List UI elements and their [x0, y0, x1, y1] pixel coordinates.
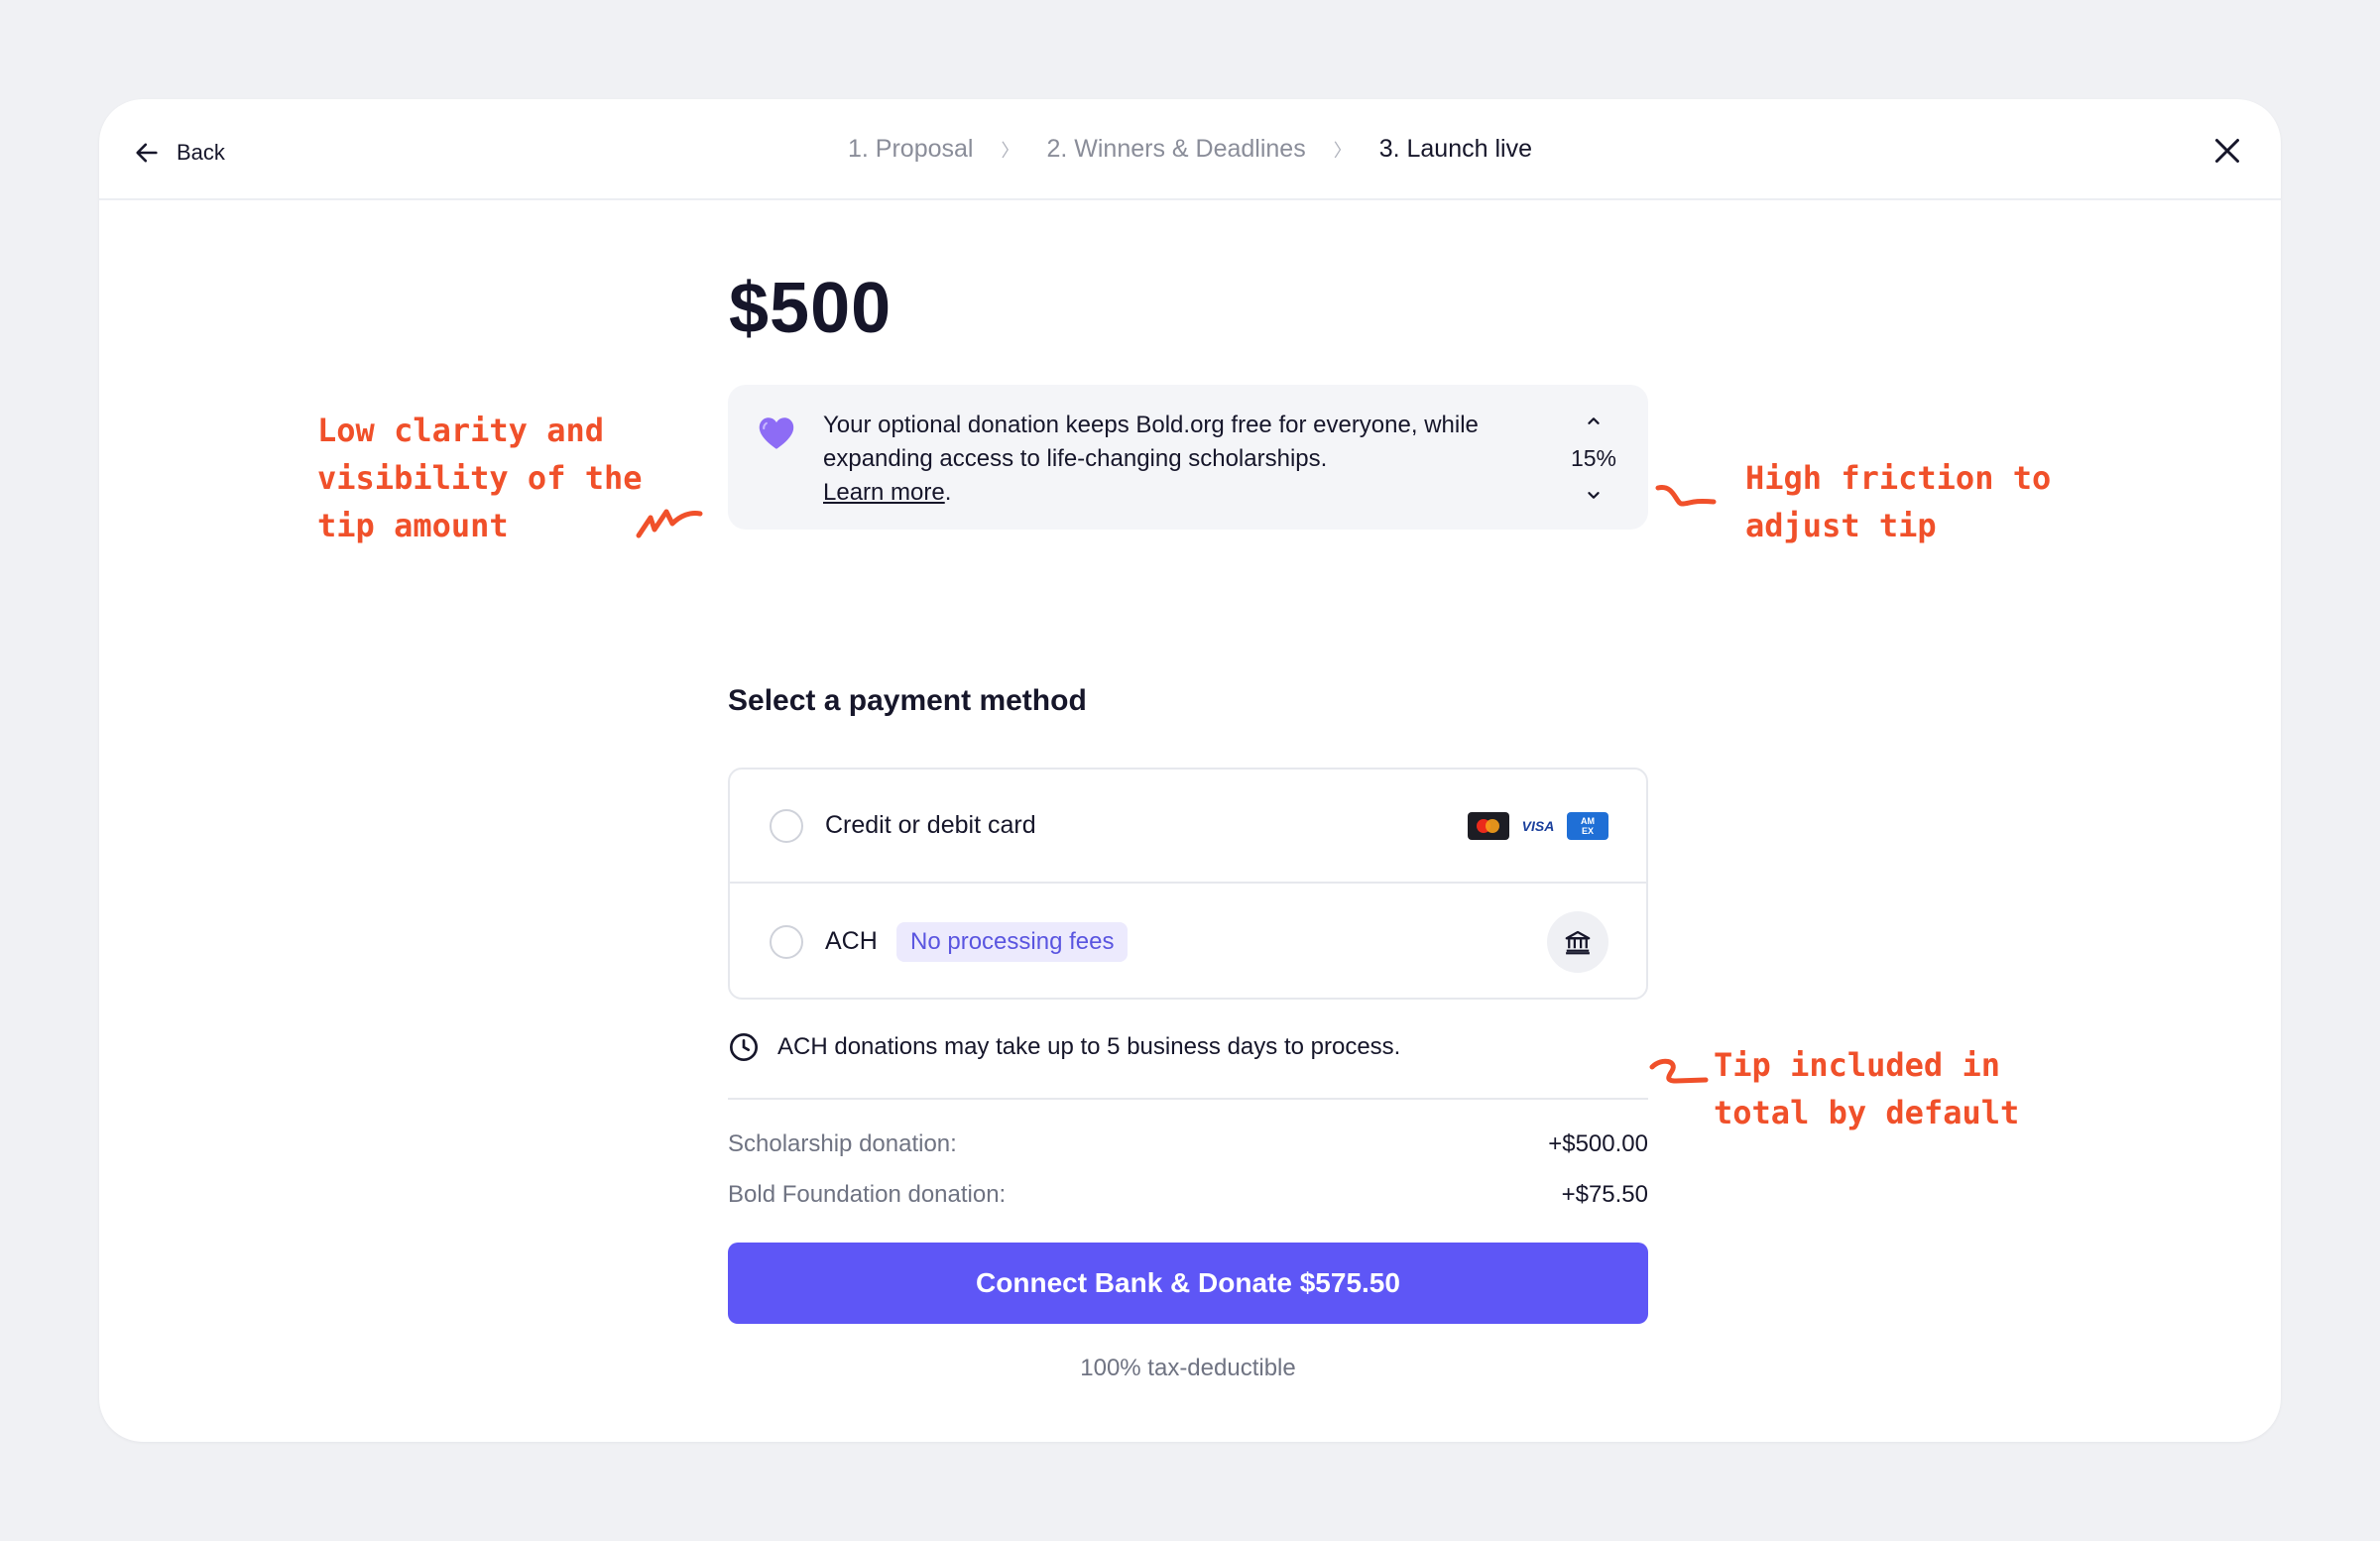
summary-row-foundation: Bold Foundation donation: +$75.50: [728, 1181, 1648, 1209]
card-brand-icons: VISA AM EX: [1468, 811, 1608, 840]
annotation-squiggle: [1655, 485, 1717, 507]
no-fees-badge: No processing fees: [896, 921, 1129, 962]
card-radio[interactable]: [770, 808, 803, 843]
step-launch-live[interactable]: 3. Launch live: [1379, 135, 1532, 164]
chevron-up-icon[interactable]: [1583, 411, 1605, 432]
chevron-down-icon[interactable]: [1583, 484, 1605, 506]
bank-icon-wrapper: [1547, 910, 1608, 973]
ach-option-label: ACH: [825, 927, 878, 955]
summary-row-scholarship: Scholarship donation: +$500.00: [728, 1130, 1648, 1158]
annotation-squiggle: [636, 509, 703, 538]
annotation-tip-clarity: Low clarity and visibility of the tip am…: [317, 412, 643, 544]
amex-icon: AM EX: [1567, 811, 1608, 840]
payment-method-title: Select a payment method: [728, 684, 1087, 717]
summary-value: +$500.00: [1548, 1130, 1648, 1157]
annotation-friction: High friction to adjust tip: [1745, 459, 2052, 544]
step-breadcrumb: 1. Proposal 〉 2. Winners & Deadlines 〉 3…: [99, 135, 2281, 164]
annotation-squiggle: [1649, 1058, 1709, 1084]
close-button[interactable]: [2209, 133, 2245, 169]
ach-notice-text: ACH donations may take up to 5 business …: [777, 1033, 1401, 1060]
step-winners-deadlines[interactable]: 2. Winners & Deadlines: [1046, 135, 1305, 164]
ach-radio[interactable]: [770, 924, 803, 959]
summary-divider: [728, 1098, 1648, 1100]
step-proposal[interactable]: 1. Proposal: [848, 135, 973, 164]
purple-heart-icon: [759, 417, 794, 449]
connect-bank-donate-button[interactable]: Connect Bank & Donate $575.50: [728, 1243, 1648, 1324]
tip-period: .: [944, 479, 952, 506]
summary-label: Bold Foundation donation:: [728, 1181, 1007, 1208]
close-icon: [2215, 139, 2239, 163]
clock-icon: [730, 1033, 758, 1061]
tip-percent-stepper: 15%: [1569, 411, 1618, 506]
tip-text: Your optional donation keeps Bold.org fr…: [823, 412, 1479, 472]
payment-methods-list: Credit or debit card VISA AM EX ACH No p…: [728, 768, 1648, 1000]
bank-icon: [1565, 930, 1591, 954]
tax-deductible-note: 100% tax-deductible: [1080, 1355, 1296, 1381]
step-separator-icon: 〉: [1001, 140, 1019, 161]
amex-text: AM EX: [1581, 815, 1595, 836]
annotation-default-total: Tip included in total by default: [1714, 1046, 2020, 1131]
tip-percent-value: 15%: [1570, 444, 1617, 471]
card-option-label: Credit or debit card: [825, 811, 1036, 839]
learn-more-link[interactable]: Learn more: [823, 479, 945, 506]
summary-value: +$75.50: [1561, 1181, 1648, 1208]
donation-modal: Back 1. Proposal 〉 2. Winners & Deadline…: [99, 99, 2281, 1442]
payment-option-ach[interactable]: ACH No processing fees: [730, 885, 1646, 998]
visa-text: VISA: [1521, 817, 1555, 834]
donation-amount: $500: [729, 269, 892, 348]
tip-box: Your optional donation keeps Bold.org fr…: [728, 385, 1648, 530]
summary-label: Scholarship donation:: [728, 1130, 957, 1157]
visa-icon: VISA: [1517, 811, 1559, 840]
step-separator-icon: 〉: [1333, 140, 1352, 161]
tip-description: Your optional donation keeps Bold.org fr…: [823, 409, 1517, 510]
ach-notice: ACH donations may take up to 5 business …: [728, 1031, 1400, 1063]
payment-option-card[interactable]: Credit or debit card VISA AM EX: [730, 770, 1646, 884]
top-bar: Back 1. Proposal 〉 2. Winners & Deadline…: [99, 99, 2281, 200]
mastercard-icon: [1468, 811, 1509, 840]
